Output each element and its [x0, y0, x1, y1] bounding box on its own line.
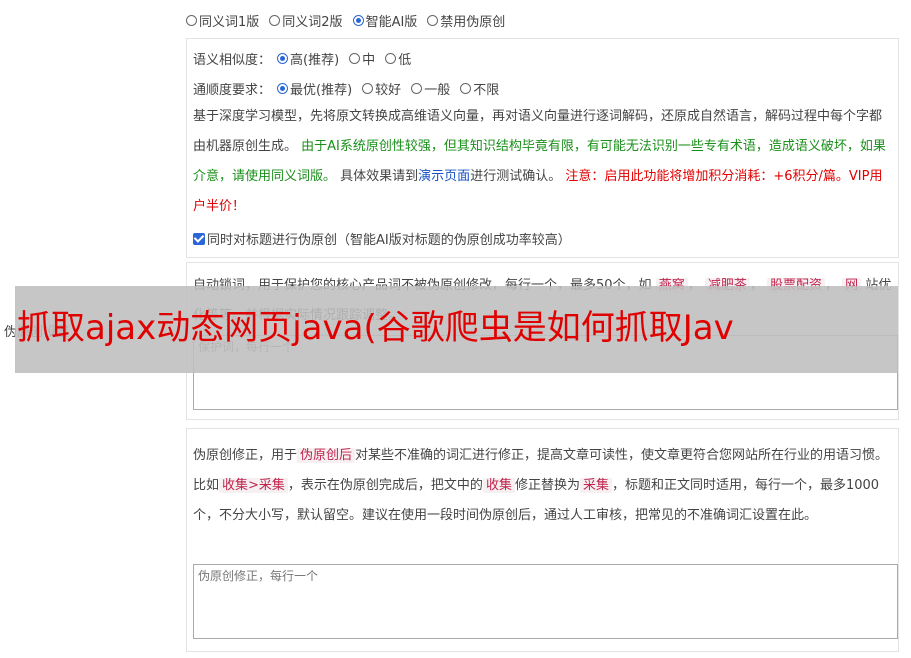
radio-selected-icon[interactable]: [277, 83, 289, 94]
version-option-label: 智能AI版: [365, 15, 418, 30]
similarity-label: 语义相似度：: [193, 53, 272, 68]
fluency-option-label: 一般: [424, 83, 451, 98]
correction-textarea[interactable]: [193, 564, 898, 639]
version-option-synonym2[interactable]: 同义词2版: [269, 11, 343, 30]
radio-selected-icon[interactable]: [277, 53, 289, 64]
fluency-option-label: 最优(推荐): [290, 83, 353, 98]
correction-text: 修正替换为: [514, 478, 580, 493]
fluency-option-good[interactable]: 较好: [362, 79, 401, 98]
fluency-option-label: 不限: [473, 83, 500, 98]
radio-selected-icon[interactable]: [352, 15, 364, 26]
similarity-option-mid[interactable]: 中: [349, 49, 375, 68]
correction-text: ，表示在伪原创完成后，把文中的: [287, 478, 483, 493]
correction-description: 伪原创修正，用于 伪原创后 对某些不准确的词汇进行修正，提高文章可读性，使文章更符合…: [193, 441, 893, 531]
radio-icon[interactable]: [460, 83, 472, 94]
radio-icon[interactable]: [427, 15, 439, 26]
radio-icon[interactable]: [385, 53, 397, 64]
example-tag: 伪原创后: [297, 448, 356, 463]
title-overlay-banner: 抓取ajax动态网页java(谷歌爬虫是如何抓取Jav: [15, 286, 898, 373]
radio-icon[interactable]: [349, 53, 361, 64]
version-option-label: 同义词2版: [282, 15, 343, 30]
fluency-row: 通顺度要求： 最优(推荐) 较好 一般 不限: [193, 79, 509, 98]
similarity-option-label: 中: [362, 53, 376, 68]
version-option-ai[interactable]: 智能AI版: [352, 11, 418, 30]
similarity-option-low[interactable]: 低: [385, 49, 411, 68]
correction-text: 伪原创修正，用于: [193, 448, 298, 463]
radio-icon[interactable]: [411, 83, 423, 94]
ai-description: 基于深度学习模型，先将原文转换成高维语义向量，再对语义向量进行逐词解码，还原成自…: [193, 102, 893, 222]
fluency-option-label: 较好: [375, 83, 402, 98]
fluency-option-any[interactable]: 不限: [460, 79, 499, 98]
version-option-label: 同义词1版: [199, 15, 260, 30]
similarity-row: 语义相似度： 高(推荐) 中 低: [193, 49, 421, 68]
correction-panel: 伪原创修正，用于 伪原创后 对某些不准确的词汇进行修正，提高文章可读性，使文章更符合…: [186, 428, 899, 652]
fluency-option-best[interactable]: 最优(推荐): [277, 79, 352, 98]
similarity-option-label: 高(推荐): [290, 53, 340, 68]
overlay-title: 抓取ajax动态网页java(谷歌爬虫是如何抓取Jav: [17, 308, 734, 348]
similarity-option-high[interactable]: 高(推荐): [277, 49, 339, 68]
example-tag: 收集: [482, 478, 515, 493]
version-option-synonym1[interactable]: 同义词1版: [186, 11, 259, 30]
version-option-disable[interactable]: 禁用伪原创: [427, 11, 505, 30]
version-radio-group: 同义词1版 同义词2版 智能AI版 禁用伪原创: [186, 11, 515, 30]
radio-icon[interactable]: [362, 83, 374, 94]
similarity-option-label: 低: [398, 53, 412, 68]
fluency-option-normal[interactable]: 一般: [411, 79, 450, 98]
description-text: 具体效果请到: [340, 169, 419, 184]
radio-icon[interactable]: [269, 15, 281, 26]
checkbox-checked-icon[interactable]: [193, 232, 205, 245]
example-tag: 采集: [579, 478, 612, 493]
title-checkbox-row[interactable]: 同时对标题进行伪原创（智能AI版对标题的伪原创成功率较高）: [193, 229, 571, 248]
radio-icon[interactable]: [186, 15, 197, 26]
demo-page-link[interactable]: 演示页面: [418, 169, 470, 184]
description-text: 进行测试确认。: [470, 169, 562, 184]
ai-settings-panel: 语义相似度： 高(推荐) 中 低 通顺度要求： 最优(推荐) 较好 一般 不限 …: [186, 38, 899, 258]
version-option-label: 禁用伪原创: [440, 15, 506, 30]
example-tag: 收集>采集: [219, 478, 288, 493]
title-checkbox-label: 同时对标题进行伪原创（智能AI版对标题的伪原创成功率较高）: [207, 233, 571, 248]
fluency-label: 通顺度要求：: [193, 83, 272, 98]
